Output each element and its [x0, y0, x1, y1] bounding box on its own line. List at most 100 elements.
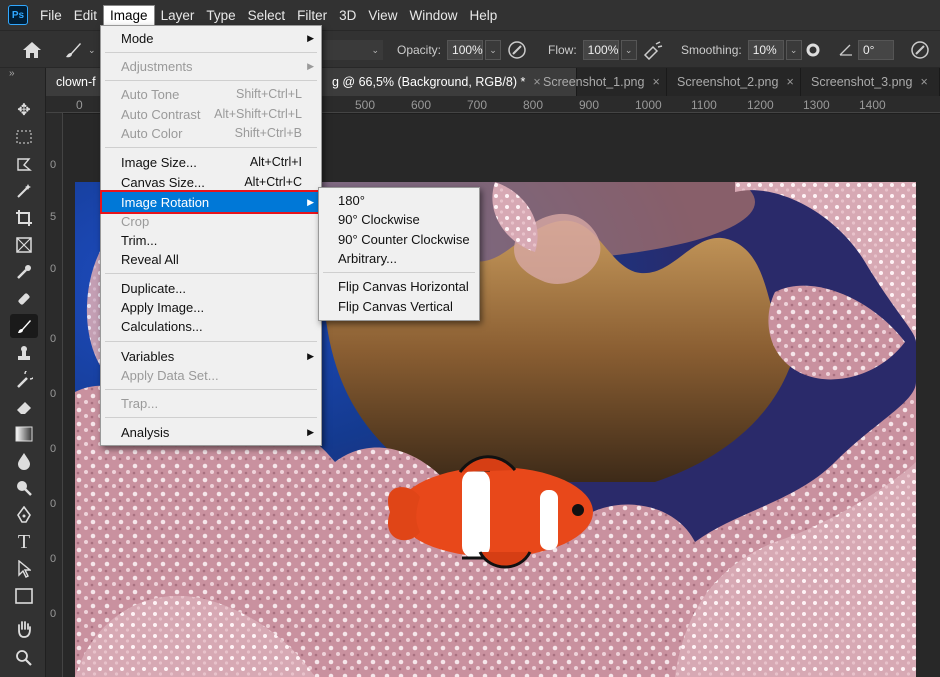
brush-tool-icon[interactable] — [10, 314, 38, 338]
divider — [105, 389, 317, 390]
brush-preset-icon[interactable]: ⌄ — [62, 31, 96, 69]
menu-canvas-size[interactable]: Canvas Size... Alt+Ctrl+C — [102, 172, 320, 192]
path-selection-tool-icon[interactable] — [10, 557, 38, 581]
pen-tool-icon[interactable] — [10, 503, 38, 527]
menu-crop[interactable]: Crop — [102, 211, 320, 231]
menu-adjustments[interactable]: Adjustments ▶ — [102, 56, 320, 76]
menu-variables[interactable]: Variables ▶ — [102, 346, 320, 366]
gear-icon[interactable] — [804, 31, 822, 69]
smoothing-input[interactable]: 10% — [747, 40, 784, 60]
tab-screenshot-1[interactable]: Screenshot_1.png × — [533, 68, 667, 96]
mode-dropdown[interactable]: ⌄ — [323, 31, 383, 69]
menu-auto-tone[interactable]: Auto Tone Shift+Ctrl+L — [102, 84, 320, 104]
menu-label: Reveal All — [121, 251, 179, 267]
menu-label: Mode — [121, 30, 154, 46]
menu-edit[interactable]: Edit — [68, 6, 103, 25]
healing-brush-tool-icon[interactable] — [10, 287, 38, 311]
menu-rotate-arbitrary[interactable]: Arbitrary... — [320, 248, 478, 268]
menu-duplicate[interactable]: Duplicate... — [102, 278, 320, 298]
divider — [105, 417, 317, 418]
opacity-chevron-icon[interactable]: ⌄ — [485, 40, 502, 60]
history-brush-tool-icon[interactable] — [10, 368, 38, 392]
close-icon[interactable]: × — [920, 75, 927, 89]
tab-label: Screenshot_3.png — [811, 75, 913, 89]
menu-filter[interactable]: Filter — [291, 6, 333, 25]
eraser-tool-icon[interactable] — [10, 395, 38, 419]
magic-wand-tool-icon[interactable] — [10, 179, 38, 203]
move-tool-icon[interactable]: ✥ — [10, 98, 38, 122]
collapse-arrows-icon[interactable]: » — [9, 68, 15, 79]
lasso-tool-icon[interactable] — [10, 152, 38, 176]
tab-screenshot-3[interactable]: Screenshot_3.png × — [801, 68, 940, 96]
rectangle-tool-icon[interactable] — [10, 584, 38, 608]
menu-calculations[interactable]: Calculations... — [102, 316, 320, 336]
tab-screenshot-2[interactable]: Screenshot_2.png × — [667, 68, 801, 96]
home-icon[interactable] — [22, 31, 42, 69]
menu-rotate-90-cw[interactable]: 90° Clockwise — [320, 209, 478, 229]
menu-rotate-180[interactable]: 180° — [320, 190, 478, 210]
menu-label: Image Size... — [121, 154, 197, 170]
menu-rotate-90-ccw[interactable]: 90° Counter Clockwise — [320, 229, 478, 249]
angle-input[interactable]: 0° — [858, 40, 894, 60]
shortcut: Shift+Ctrl+L — [235, 87, 302, 101]
stamp-tool-icon[interactable] — [10, 341, 38, 365]
menu-trim[interactable]: Trim... — [102, 230, 320, 250]
ruler-label: 5 — [50, 211, 57, 223]
menu-apply-image[interactable]: Apply Image... — [102, 297, 320, 317]
menu-auto-contrast[interactable]: Auto Contrast Alt+Shift+Ctrl+L — [102, 104, 320, 124]
ruler-label: 0 — [76, 98, 83, 112]
ruler-label: 500 — [355, 98, 376, 112]
frame-tool-icon[interactable] — [10, 233, 38, 257]
airbrush-icon[interactable] — [642, 31, 664, 69]
flow-chevron-icon[interactable]: ⌄ — [620, 40, 637, 60]
menu-label: Trap... — [121, 395, 159, 411]
eyedropper-tool-icon[interactable] — [10, 260, 38, 284]
menu-label: Auto Tone — [121, 86, 180, 102]
close-icon[interactable]: × — [652, 75, 659, 89]
divider — [105, 52, 317, 53]
divider — [105, 80, 317, 81]
menu-flip-vertical[interactable]: Flip Canvas Vertical — [320, 296, 478, 316]
close-icon[interactable]: × — [786, 75, 793, 89]
flow-input[interactable]: 100% — [582, 40, 619, 60]
menu-mode[interactable]: Mode ▶ — [102, 28, 320, 48]
opacity-input[interactable]: 100% — [447, 40, 484, 60]
image-rotation-submenu: 180° 90° Clockwise 90° Counter Clockwise… — [318, 187, 480, 321]
menu-help[interactable]: Help — [463, 6, 503, 25]
smoothing-chevron-icon[interactable]: ⌄ — [785, 40, 802, 60]
pressure-size-icon[interactable] — [910, 31, 930, 69]
ruler-label: 1000 — [635, 98, 662, 112]
menu-auto-color[interactable]: Auto Color Shift+Ctrl+B — [102, 123, 320, 143]
menu-analysis[interactable]: Analysis ▶ — [102, 422, 320, 442]
menu-image-rotation[interactable]: Image Rotation ▶ — [100, 190, 322, 214]
shortcut: Alt+Ctrl+I — [249, 155, 302, 169]
gradient-tool-icon[interactable] — [10, 422, 38, 446]
menu-flip-horizontal[interactable]: Flip Canvas Horizontal — [320, 276, 478, 296]
menu-type[interactable]: Type — [200, 6, 241, 25]
tools-panel: » ✥ T — [0, 68, 46, 677]
ruler-label: 0 — [50, 443, 57, 455]
menu-window[interactable]: Window — [403, 6, 463, 25]
zoom-tool-icon[interactable] — [10, 646, 38, 670]
hand-tool-icon[interactable] — [10, 617, 38, 641]
tab-label: g @ 66,5% (Background, RGB/8) * — [332, 75, 526, 89]
menu-image[interactable]: Image — [103, 4, 155, 26]
type-tool-icon[interactable]: T — [10, 530, 38, 554]
crop-tool-icon[interactable] — [10, 206, 38, 230]
menu-file[interactable]: File — [34, 6, 68, 25]
menu-trap[interactable]: Trap... — [102, 393, 320, 413]
ruler-vertical[interactable]: 0 5 0 0 0 0 0 0 0 — [46, 113, 63, 677]
menu-view[interactable]: View — [362, 6, 403, 25]
blur-tool-icon[interactable] — [10, 449, 38, 473]
menu-image-size[interactable]: Image Size... Alt+Ctrl+I — [102, 152, 320, 172]
menu-select[interactable]: Select — [242, 6, 292, 25]
photoshop-logo-icon: Ps — [8, 5, 28, 25]
ruler-label: 1400 — [859, 98, 886, 112]
menu-3d[interactable]: 3D — [333, 6, 362, 25]
menu-layer[interactable]: Layer — [155, 6, 201, 25]
pressure-opacity-icon[interactable] — [507, 31, 527, 69]
dodge-tool-icon[interactable] — [10, 476, 38, 500]
menu-apply-data-set[interactable]: Apply Data Set... — [102, 365, 320, 385]
menu-reveal-all[interactable]: Reveal All — [102, 249, 320, 269]
marquee-tool-icon[interactable] — [10, 125, 38, 149]
